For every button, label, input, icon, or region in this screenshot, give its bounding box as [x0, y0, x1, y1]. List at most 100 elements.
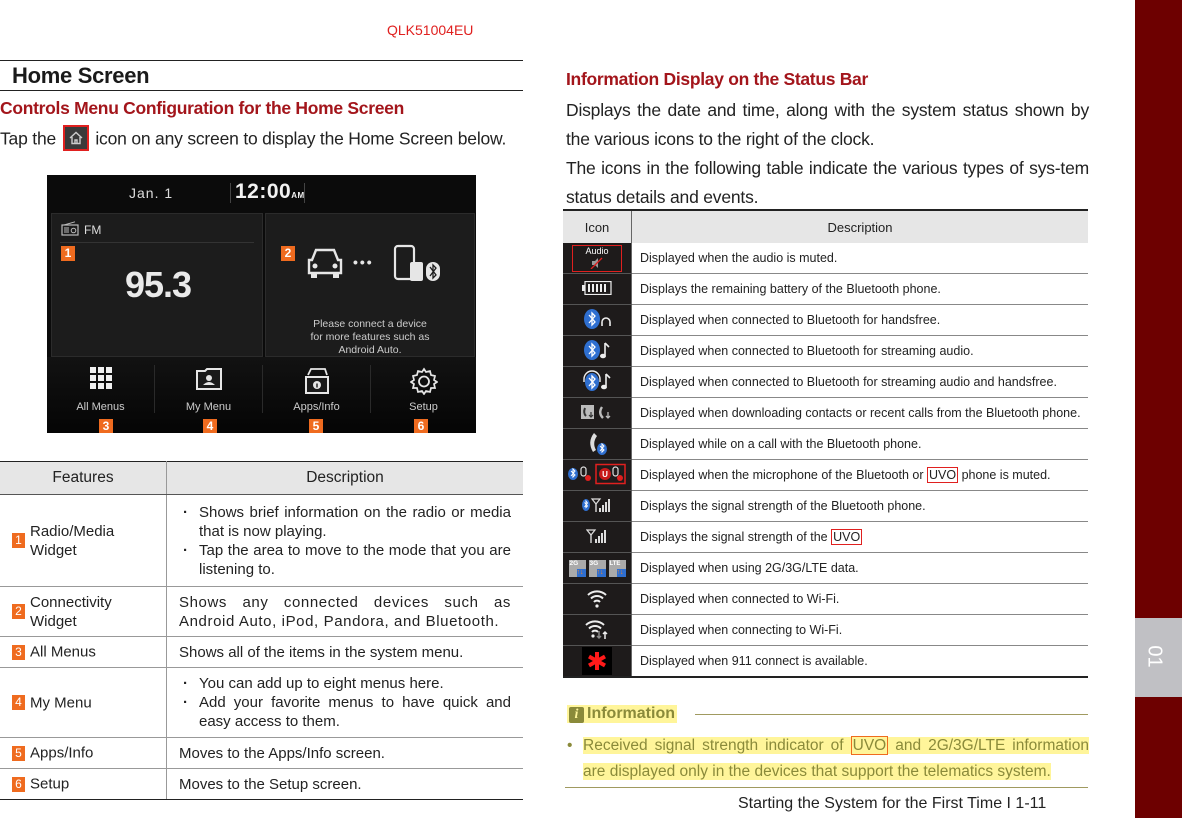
- desc-text: phone is muted.: [961, 468, 1051, 482]
- uvo-highlight: UVO: [850, 736, 889, 755]
- all-menus-button[interactable]: All Menus: [47, 357, 154, 415]
- callout-badge-3: 3: [99, 419, 113, 433]
- info-icon: i: [569, 707, 584, 723]
- column-header: Description: [166, 461, 523, 495]
- data-badge-label: 2G: [569, 559, 579, 567]
- column-header: Description: [631, 209, 1088, 243]
- column-header: Icon: [563, 209, 632, 243]
- intro-after: icon on any screen to display the Home S…: [95, 128, 507, 149]
- wifi-connecting-icon: [585, 619, 608, 639]
- feature-cell: 4 My Menu: [0, 667, 167, 738]
- intro-before: Tap the: [0, 128, 57, 149]
- intro-text: Tap the icon on any screen to display th…: [0, 125, 507, 153]
- setup-button[interactable]: Setup: [370, 357, 476, 415]
- feature-name: All Menus: [30, 643, 96, 661]
- connectivity-widget[interactable]: 2 ••• Please connect a device for more f…: [265, 213, 475, 357]
- icon-description: Displays the signal strength of the UVO: [631, 521, 1088, 553]
- icon-cell: Audio: [563, 243, 632, 274]
- my-menu-label: My Menu: [185, 401, 232, 413]
- icon-description: Displays the signal strength of the Blue…: [631, 490, 1088, 522]
- audio-muted-icon: Audio: [572, 244, 622, 272]
- table-row: U Displayed when the microphone of the B…: [563, 459, 1088, 491]
- feature-name: Connectivity Widget: [30, 593, 112, 630]
- information-rule-top: [695, 714, 1088, 715]
- my-menu-button[interactable]: My Menu: [155, 357, 262, 415]
- apps-info-button[interactable]: Apps/Info: [263, 357, 370, 415]
- callout-badge: 5: [12, 745, 25, 761]
- document-code: QLK51004EU: [387, 22, 474, 38]
- phone-battery-icon: [582, 280, 612, 295]
- desc-text: Displays the signal strength of the: [640, 530, 828, 544]
- table-row: Displayed when connecting to Wi-Fi.: [563, 614, 1088, 646]
- callout-badge-5: 5: [309, 419, 323, 433]
- table-row: Displays the signal strength of the Blue…: [563, 490, 1088, 522]
- icon-description: Displayed when the audio is muted.: [631, 243, 1088, 274]
- description-cell: Shows any connected devices such as Andr…: [166, 586, 523, 637]
- feature-name: Radio/Media Widget: [30, 522, 115, 559]
- bluetooth-audio-handsfree-icon: [583, 369, 611, 391]
- table-header-row: Features Description: [0, 461, 523, 495]
- callout-badge-6: 6: [414, 419, 428, 433]
- uvo-signal-icon: [585, 528, 606, 543]
- page-footer: Starting the System for the First Time I…: [738, 795, 1047, 812]
- information-heading: i Information: [567, 705, 677, 723]
- radio-source: FM: [84, 223, 102, 237]
- phone-usb-bluetooth-icon: [393, 244, 440, 281]
- information-title: Information: [587, 705, 675, 722]
- icon-description: Displayed when connected to Bluetooth fo…: [631, 335, 1088, 367]
- description-cell: You can add up to eight menus here. Add …: [166, 667, 523, 738]
- bluetooth-handsfree-icon: [584, 308, 611, 329]
- icon-description: Displayed when connected to Bluetooth fo…: [631, 366, 1088, 398]
- connect-message: Please connect a device for more feature…: [266, 318, 474, 357]
- subsection-title: Controls Menu Configuration for the Home…: [0, 98, 404, 118]
- feature-name: My Menu: [30, 694, 92, 712]
- setup-label: Setup: [409, 401, 438, 413]
- description-bullet: Tap the area to move to the mode that yo…: [179, 541, 511, 579]
- table-row: Audio Displayed when the audio is muted.: [563, 243, 1088, 274]
- icon-cell: 2G ↑↓ 3G ↑↓ LTE ↑↓: [563, 552, 632, 584]
- callout-badge-4: 4: [203, 419, 217, 433]
- information-rule-bottom: [565, 787, 1088, 788]
- table-row: Displayed while on a call with the Bluet…: [563, 428, 1088, 460]
- status-divider: [304, 183, 305, 203]
- radio-icon: [61, 221, 79, 236]
- bluetooth-call-icon: [590, 432, 607, 455]
- status-icons-table: Icon Description Audio Displayed when th…: [563, 209, 1088, 678]
- status-bar-paragraph-2: The icons in the following table indicat…: [566, 158, 1089, 207]
- icon-cell: [563, 273, 632, 305]
- data-badge: LTE ↑↓: [608, 559, 626, 577]
- bullet-dot: •: [567, 737, 573, 754]
- table-row: Displayed when connected to Wi-Fi.: [563, 583, 1088, 615]
- callout-badge-1: 1: [61, 246, 75, 261]
- table-row: Displayed when connected to Bluetooth fo…: [563, 366, 1088, 398]
- description-bullet: Shows brief information on the radio or …: [179, 503, 511, 541]
- data-2g-3g-lte-icon: 2G ↑↓ 3G ↑↓ LTE ↑↓: [568, 559, 626, 577]
- status-bar-section-title: Information Display on the Status Bar: [566, 69, 868, 89]
- callout-badge: 2: [12, 604, 25, 619]
- icon-description: Displayed when the microphone of the Blu…: [631, 459, 1088, 491]
- time-value: 12:00: [235, 180, 292, 203]
- svg-text:U: U: [602, 470, 608, 479]
- status-date: Jan. 1: [129, 185, 174, 201]
- description-bullet: Add your favorite menus to have quick an…: [179, 693, 511, 731]
- home-icon: [62, 125, 89, 151]
- time-ampm: AM: [291, 191, 305, 200]
- radio-media-widget[interactable]: FM 1 95.3: [51, 213, 263, 357]
- icon-description: Displayed when connected to Bluetooth fo…: [631, 304, 1088, 336]
- table-row: 4 My Menu You can add up to eight menus h…: [0, 667, 523, 738]
- home-menu-bar: All Menus My Menu Apps/Info Setup 3 4 5 …: [47, 357, 476, 433]
- information-bullet: • Received signal strength indicator of …: [567, 733, 1089, 785]
- data-badge-label: LTE: [609, 560, 621, 567]
- table-row: Displays the remaining battery of the Bl…: [563, 273, 1088, 305]
- icon-description: Displays the remaining battery of the Bl…: [631, 273, 1088, 305]
- table-row: Displayed when 911 connect is available.: [563, 645, 1088, 678]
- icon-cell: [563, 490, 632, 522]
- icon-cell: [563, 614, 632, 646]
- status-time: 12:00AM: [235, 180, 305, 204]
- head-unit-screen: Jan. 1 12:00AM FM 1 95.3 2 ••• Please co…: [47, 175, 476, 433]
- description-cell: Moves to the Setup screen.: [166, 768, 523, 800]
- features-table: Features Description 1 Radio/Media Widget…: [0, 461, 523, 800]
- icon-cell: [563, 521, 632, 553]
- 911-connect-icon: [582, 647, 612, 675]
- table-row: Displayed when connected to Bluetooth fo…: [563, 335, 1088, 367]
